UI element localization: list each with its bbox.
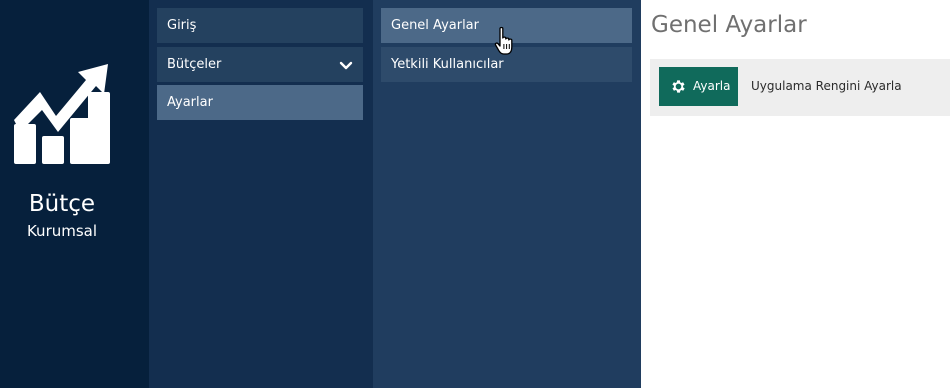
submenu-item-label: Yetkili Kullanıcılar: [391, 57, 504, 72]
brand-title: Bütçe: [28, 191, 96, 217]
hand-pointer-icon: [494, 26, 513, 55]
setting-description: Uygulama Rengini Ayarla: [751, 79, 902, 93]
setting-row: Ayarla Uygulama Rengini Ayarla: [650, 59, 950, 116]
submenu-item-label: Genel Ayarlar: [391, 18, 479, 33]
growth-chart-icon: [14, 64, 110, 164]
menu-item-label: Ayarlar: [167, 95, 213, 110]
gear-icon: [672, 80, 685, 93]
main-menu: Giriş Bütçeler Ayarlar: [149, 0, 373, 388]
menu-item-ayarlar[interactable]: Ayarlar: [157, 85, 363, 120]
menu-item-butceler[interactable]: Bütçeler: [157, 47, 363, 82]
ayarla-button-label: Ayarla: [693, 79, 731, 93]
menu-item-label: Giriş: [167, 18, 197, 33]
menu-item-label: Bütçeler: [167, 57, 222, 72]
settings-submenu: Genel Ayarlar Yetkili Kullanıcılar: [373, 0, 641, 388]
chevron-down-icon: [339, 61, 353, 70]
brand-panel: Bütçe Kurumsal: [0, 0, 149, 388]
ayarla-button[interactable]: Ayarla: [659, 67, 738, 106]
brand-subtitle: Kurumsal: [26, 222, 98, 240]
page-title: Genel Ayarlar: [651, 12, 807, 38]
menu-item-giris[interactable]: Giriş: [157, 8, 363, 43]
